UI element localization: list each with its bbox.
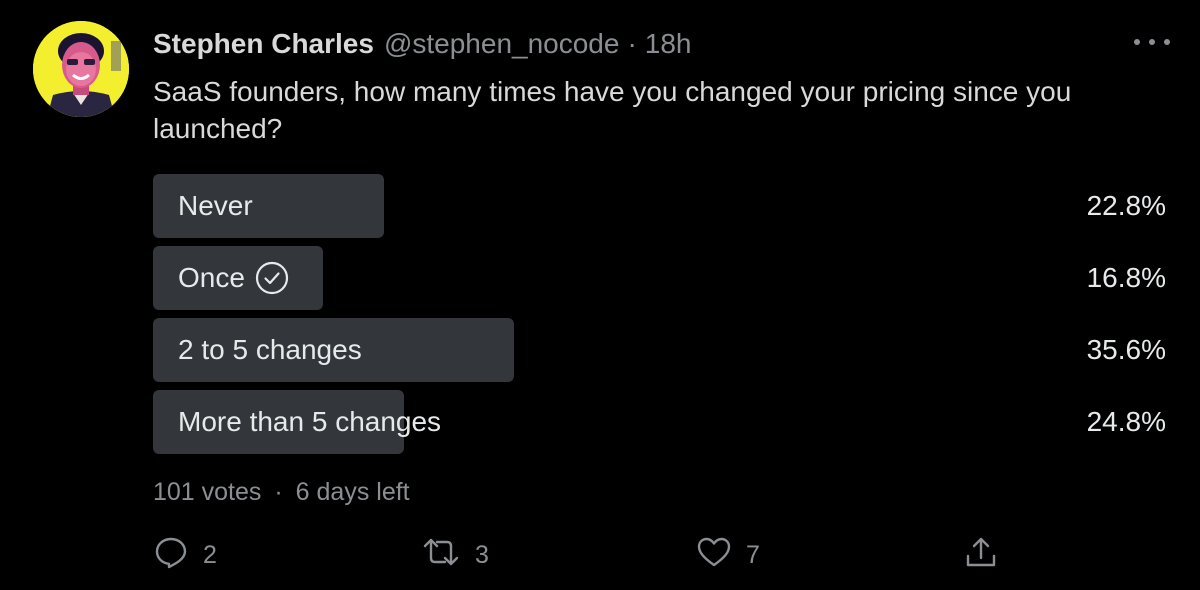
poll-option-label: Never [178, 190, 253, 221]
poll-option-percent: 22.8% [1086, 190, 1166, 221]
reply-count: 2 [203, 540, 217, 569]
poll-meta-separator: · [274, 478, 283, 506]
tweet[interactable]: Stephen Charles @stephen_nocode · 18h Sa… [0, 0, 1200, 590]
poll-meta: 101 votes · 6 days left [153, 478, 410, 507]
poll-time-left: 6 days left [295, 478, 410, 506]
share-icon [963, 534, 999, 577]
poll-option: 2 to 5 changes 35.6% [153, 318, 1166, 382]
avatar[interactable] [33, 21, 129, 117]
tweet-text: SaaS founders, how many times have you c… [153, 76, 1072, 144]
heart-icon [696, 534, 732, 577]
poll-option-percent: 24.8% [1086, 406, 1166, 437]
like-count: 7 [746, 540, 760, 569]
retweet-icon [421, 534, 461, 577]
poll-option: More than 5 changes 24.8% [153, 390, 1166, 454]
poll-option-percent: 35.6% [1086, 334, 1166, 365]
poll-option-label: 2 to 5 changes [178, 334, 362, 365]
retweet-button[interactable]: 3 [421, 535, 489, 575]
header-separator: · [627, 28, 637, 59]
author-name[interactable]: Stephen Charles [153, 28, 374, 60]
poll-votes: 101 votes [153, 478, 262, 506]
share-button[interactable] [963, 535, 999, 575]
check-circle-icon [255, 261, 289, 295]
retweet-count: 3 [475, 540, 489, 569]
tweet-actions: 2 3 7 [153, 535, 1013, 575]
poll-option: Once 16.8% [153, 246, 1166, 310]
author-handle[interactable]: @stephen_nocode [384, 28, 620, 60]
poll-option: Never 22.8% [153, 174, 1166, 238]
reply-button[interactable]: 2 [153, 535, 217, 575]
like-button[interactable]: 7 [696, 535, 760, 575]
tweet-header: Stephen Charles @stephen_nocode · 18h [153, 26, 692, 62]
reply-icon [153, 534, 189, 577]
poll-option-label: More than 5 changes [178, 406, 442, 437]
poll-option-percent: 16.8% [1086, 262, 1166, 293]
tweet-time[interactable]: 18h [645, 28, 692, 60]
more-icon[interactable] [1134, 30, 1170, 54]
poll-option-label: Once [178, 246, 289, 310]
poll: Never 22.8% Once 16.8% 2 to 5 changes 35… [153, 174, 1166, 462]
